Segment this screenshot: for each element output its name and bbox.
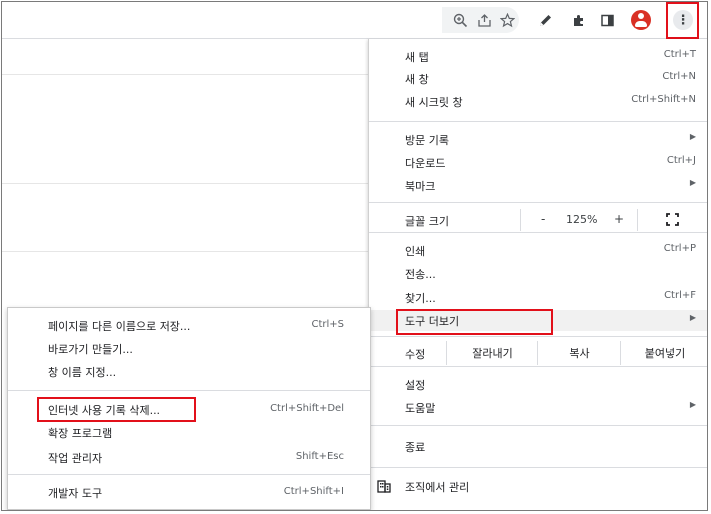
more-icon[interactable]: ⋮	[673, 10, 693, 30]
zoom-in-button[interactable]: +	[614, 212, 624, 226]
menu-item-shortcut: Ctrl+N	[662, 71, 696, 82]
menu-item-label: 페이지를 다른 이름으로 저장...	[48, 320, 191, 333]
page-divider	[2, 251, 368, 252]
menu-item-label: 방문 기록	[405, 134, 449, 147]
menu-separator	[369, 336, 707, 337]
menu-item-label: 도구 더보기	[405, 315, 460, 328]
menu-item-more-tools[interactable]: 도구 더보기 ▶	[369, 310, 707, 331]
menu-row-edit: 수정 잘라내기 복사 붙여넣기	[369, 341, 707, 365]
more-tools-submenu: 페이지를 다른 이름으로 저장... Ctrl+S 바로가기 만들기... 창 …	[7, 307, 371, 510]
menu-item-label: 설정	[405, 379, 426, 392]
menu-separator	[369, 467, 707, 468]
menu-item-label: 조직에서 관리	[405, 481, 470, 494]
submenu-item-save-page[interactable]: 페이지를 다른 이름으로 저장... Ctrl+S	[8, 315, 370, 336]
menu-item-find[interactable]: 찾기... Ctrl+F	[369, 287, 707, 308]
chrome-main-menu: 새 탭 Ctrl+T 새 창 Ctrl+N 새 시크릿 창 Ctrl+Shift…	[368, 39, 707, 510]
menu-item-shortcut: Ctrl+Shift+Del	[270, 403, 344, 414]
menu-separator	[8, 474, 370, 475]
menu-item-shortcut: Ctrl+T	[663, 49, 696, 60]
menu-separator	[369, 121, 707, 122]
menu-separator	[8, 390, 370, 391]
zoom-controls: - 125% +	[520, 209, 638, 231]
submenu-arrow-icon: ▶	[689, 400, 696, 409]
menu-item-bookmarks[interactable]: 북마크 ▶	[369, 175, 707, 196]
menu-item-shortcut: Ctrl+J	[666, 155, 696, 166]
menu-separator	[369, 202, 707, 203]
menu-item-label: 전송...	[405, 268, 436, 281]
menu-item-shortcut: Ctrl+Shift+N	[631, 94, 696, 105]
menu-item-label: 인터넷 사용 기록 삭제...	[48, 404, 161, 417]
menu-item-label: 찾기...	[405, 292, 436, 305]
menu-separator	[369, 425, 707, 426]
profile-icon[interactable]	[631, 10, 651, 30]
menu-item-new-window[interactable]: 새 창 Ctrl+N	[369, 68, 707, 89]
paste-button[interactable]: 붙여넣기	[620, 341, 707, 365]
menu-item-label: 새 시크릿 창	[405, 96, 463, 109]
menu-item-label: 새 탭	[405, 51, 429, 64]
menu-item-exit[interactable]: 종료	[369, 436, 707, 457]
menu-button-highlight: ⋮	[666, 2, 699, 39]
menu-item-cast[interactable]: 전송...	[369, 263, 707, 284]
zoom-label: 글꼴 크기	[405, 215, 449, 228]
zoom-value: 125%	[566, 213, 598, 226]
fullscreen-button[interactable]	[637, 209, 707, 231]
browser-window: ⋮ 새 탭 Ctrl+T 새 창 Ctrl+N 새 시크릿 창 Ctrl+Shi…	[1, 1, 708, 511]
share-icon[interactable]	[473, 9, 495, 31]
menu-item-label: 창 이름 지정...	[48, 366, 117, 379]
menu-item-shortcut: Ctrl+F	[664, 290, 696, 301]
submenu-item-task-manager[interactable]: 작업 관리자 Shift+Esc	[8, 447, 370, 468]
submenu-item-clear-data[interactable]: 인터넷 사용 기록 삭제... Ctrl+Shift+Del	[8, 399, 370, 420]
cut-button[interactable]: 잘라내기	[446, 341, 538, 365]
fullscreen-icon	[666, 213, 679, 226]
menu-item-label: 작업 관리자	[48, 452, 103, 465]
menu-item-shortcut: Ctrl+P	[663, 243, 696, 254]
menu-item-label: 다운로드	[405, 157, 446, 170]
menu-item-new-tab[interactable]: 새 탭 Ctrl+T	[369, 46, 707, 67]
submenu-arrow-icon: ▶	[689, 178, 696, 187]
menu-item-new-incognito[interactable]: 새 시크릿 창 Ctrl+Shift+N	[369, 91, 707, 112]
menu-item-managed[interactable]: 조직에서 관리	[369, 476, 707, 497]
menu-item-shortcut: Ctrl+S	[311, 319, 344, 330]
submenu-arrow-icon: ▶	[689, 132, 696, 141]
menu-item-settings[interactable]: 설정	[369, 374, 707, 395]
submenu-item-extensions[interactable]: 확장 프로그램	[8, 422, 370, 443]
zoom-out-button[interactable]: -	[541, 212, 545, 226]
menu-item-history[interactable]: 방문 기록 ▶	[369, 129, 707, 150]
menu-item-label: 개발자 도구	[48, 487, 103, 500]
menu-separator	[369, 366, 707, 367]
menu-item-help[interactable]: 도움말 ▶	[369, 397, 707, 418]
menu-item-shortcut: Shift+Esc	[295, 451, 344, 462]
menu-item-label: 새 창	[405, 73, 429, 86]
submenu-arrow-icon: ▶	[689, 313, 696, 322]
menu-item-label: 종료	[405, 441, 426, 454]
side-panel-icon[interactable]	[596, 9, 618, 31]
zoom-icon[interactable]	[449, 9, 471, 31]
page-divider	[2, 74, 368, 75]
building-icon	[377, 480, 391, 493]
browser-toolbar: ⋮	[2, 2, 707, 39]
extensions-icon[interactable]	[567, 9, 589, 31]
menu-item-label: 확장 프로그램	[48, 427, 113, 440]
menu-item-label: 바로가기 만들기...	[48, 343, 133, 356]
submenu-item-dev-tools[interactable]: 개발자 도구 Ctrl+Shift+I	[8, 482, 370, 503]
menu-item-label: 도움말	[405, 402, 436, 415]
page-divider	[2, 183, 368, 184]
menu-item-label: 북마크	[405, 180, 436, 193]
submenu-item-name-window[interactable]: 창 이름 지정...	[8, 361, 370, 382]
edit-label: 수정	[405, 348, 426, 361]
copy-button[interactable]: 복사	[537, 341, 621, 365]
menu-row-zoom: 글꼴 크기 - 125% +	[369, 209, 707, 231]
pencil-icon[interactable]	[534, 9, 556, 31]
menu-separator	[369, 232, 707, 233]
menu-item-downloads[interactable]: 다운로드 Ctrl+J	[369, 152, 707, 173]
menu-item-label: 인쇄	[405, 245, 426, 258]
menu-item-print[interactable]: 인쇄 Ctrl+P	[369, 240, 707, 261]
submenu-item-create-shortcut[interactable]: 바로가기 만들기...	[8, 338, 370, 359]
menu-item-shortcut: Ctrl+Shift+I	[283, 486, 344, 497]
star-icon[interactable]	[496, 9, 518, 31]
